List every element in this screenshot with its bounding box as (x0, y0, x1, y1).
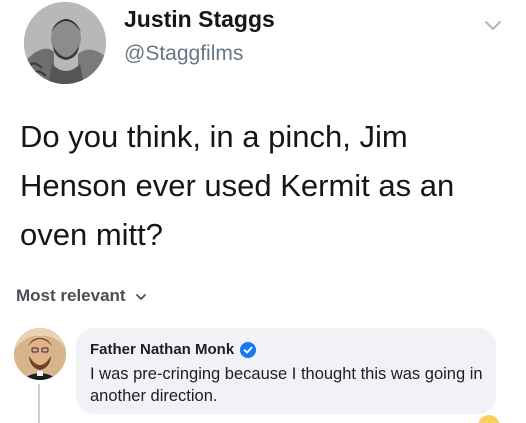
reaction-emoji-icon[interactable] (478, 415, 500, 423)
tweet-author-handle[interactable]: @Staggfilms (124, 42, 243, 66)
comment-sort-dropdown[interactable]: Most relevant (16, 286, 147, 306)
comment-body-text: I was pre-cringing because I thought thi… (90, 365, 483, 405)
verified-badge-icon (240, 341, 257, 358)
comment-thread-line (38, 384, 40, 423)
screenshot-canvas: Justin Staggs @Staggfilms Do you think, … (0, 0, 526, 423)
avatar-photo-icon (14, 328, 66, 380)
chevron-down-icon (135, 294, 146, 300)
tweet-body-text: Do you think, in a pinch, Jim Henson eve… (20, 119, 455, 252)
tweet-author-avatar[interactable] (24, 2, 106, 84)
comment-bubble: Father Nathan Monk I was pre-cringing be… (76, 328, 496, 414)
commenter-avatar[interactable] (14, 328, 66, 380)
comment-author-name[interactable]: Father Nathan Monk (90, 341, 234, 358)
chevron-down-icon[interactable] (482, 14, 504, 36)
avatar-photo-icon (24, 2, 106, 84)
comment-sort-label: Most relevant (16, 286, 126, 305)
comment-author[interactable]: Father Nathan Monk (90, 341, 257, 358)
tweet-author-name[interactable]: Justin Staggs (124, 6, 275, 33)
